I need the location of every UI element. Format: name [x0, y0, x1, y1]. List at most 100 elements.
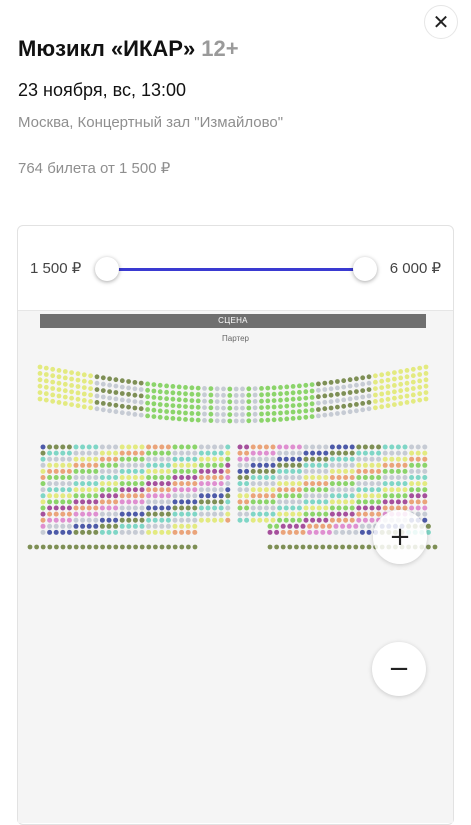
seat[interactable]	[246, 399, 252, 404]
seat[interactable]	[328, 412, 334, 417]
seat[interactable]	[290, 505, 296, 511]
seat[interactable]	[225, 468, 231, 474]
seat[interactable]	[343, 517, 349, 523]
seat[interactable]	[267, 529, 273, 535]
seat[interactable]	[47, 523, 53, 529]
seat[interactable]	[138, 412, 144, 418]
seat[interactable]	[310, 481, 316, 487]
seat[interactable]	[75, 377, 81, 383]
seat[interactable]	[237, 499, 243, 505]
seat[interactable]	[218, 456, 224, 462]
seat[interactable]	[290, 384, 296, 389]
seat[interactable]	[159, 456, 165, 462]
seat[interactable]	[106, 544, 112, 550]
seat[interactable]	[274, 523, 280, 529]
seat[interactable]	[113, 390, 119, 395]
seat[interactable]	[218, 517, 224, 523]
seat[interactable]	[385, 390, 391, 396]
seat[interactable]	[323, 462, 329, 468]
seat[interactable]	[257, 499, 263, 505]
seat[interactable]	[53, 468, 59, 474]
seat[interactable]	[244, 450, 250, 456]
seat[interactable]	[99, 450, 105, 456]
seat[interactable]	[376, 487, 382, 493]
seat[interactable]	[354, 376, 359, 382]
seat[interactable]	[250, 505, 256, 511]
seat[interactable]	[56, 393, 62, 399]
seat[interactable]	[244, 481, 250, 487]
seat[interactable]	[246, 386, 252, 392]
seat[interactable]	[50, 379, 56, 385]
seat[interactable]	[179, 529, 185, 535]
seat[interactable]	[132, 511, 138, 517]
seat[interactable]	[385, 403, 391, 409]
seat[interactable]	[119, 378, 125, 384]
seat[interactable]	[283, 505, 289, 511]
seat[interactable]	[240, 418, 245, 424]
seat[interactable]	[151, 407, 157, 413]
seat[interactable]	[349, 468, 355, 474]
seat[interactable]	[192, 481, 198, 487]
seat[interactable]	[99, 517, 105, 523]
seat[interactable]	[192, 517, 198, 523]
seat[interactable]	[60, 487, 66, 493]
seat[interactable]	[185, 481, 191, 487]
seat[interactable]	[119, 397, 125, 403]
seat[interactable]	[250, 450, 256, 456]
seat[interactable]	[366, 387, 372, 392]
seat[interactable]	[88, 379, 93, 385]
seat[interactable]	[126, 456, 132, 462]
seat[interactable]	[335, 398, 340, 404]
seat[interactable]	[195, 404, 201, 410]
seat[interactable]	[402, 487, 408, 493]
seat[interactable]	[263, 487, 269, 493]
seat[interactable]	[75, 390, 81, 396]
seat[interactable]	[165, 456, 171, 462]
seat[interactable]	[179, 517, 185, 523]
seat[interactable]	[233, 386, 239, 392]
seat[interactable]	[80, 475, 86, 480]
seat[interactable]	[212, 444, 218, 450]
seat[interactable]	[323, 481, 329, 487]
seat[interactable]	[93, 523, 99, 529]
seat[interactable]	[343, 499, 349, 505]
seat[interactable]	[218, 462, 224, 468]
seat[interactable]	[323, 505, 329, 511]
seat[interactable]	[50, 398, 56, 404]
seat[interactable]	[398, 375, 404, 381]
seat[interactable]	[303, 487, 309, 493]
seat[interactable]	[296, 444, 302, 450]
seat[interactable]	[86, 462, 92, 468]
seat[interactable]	[40, 523, 46, 529]
seat[interactable]	[53, 462, 59, 468]
seat[interactable]	[221, 418, 226, 424]
seat[interactable]	[86, 456, 92, 462]
seat[interactable]	[369, 450, 375, 456]
seat[interactable]	[99, 487, 105, 493]
seat[interactable]	[159, 517, 165, 523]
seat[interactable]	[323, 499, 329, 505]
seat[interactable]	[287, 544, 293, 550]
seat[interactable]	[237, 444, 243, 450]
seat[interactable]	[87, 544, 92, 550]
seat[interactable]	[132, 517, 138, 523]
seat[interactable]	[139, 450, 145, 456]
seat[interactable]	[113, 511, 119, 517]
seat[interactable]	[270, 517, 276, 523]
seat[interactable]	[179, 444, 185, 450]
seat[interactable]	[94, 374, 100, 380]
seat[interactable]	[212, 499, 218, 505]
seat[interactable]	[392, 383, 397, 388]
seat[interactable]	[409, 456, 415, 462]
seat[interactable]	[263, 481, 269, 487]
seat[interactable]	[395, 462, 401, 468]
seat[interactable]	[43, 397, 49, 403]
seat[interactable]	[88, 392, 93, 398]
seat[interactable]	[233, 412, 239, 417]
seat[interactable]	[349, 456, 355, 462]
seat[interactable]	[113, 377, 119, 383]
seat[interactable]	[259, 405, 264, 410]
seat[interactable]	[195, 385, 201, 391]
seat[interactable]	[360, 381, 366, 387]
seat[interactable]	[113, 499, 119, 505]
